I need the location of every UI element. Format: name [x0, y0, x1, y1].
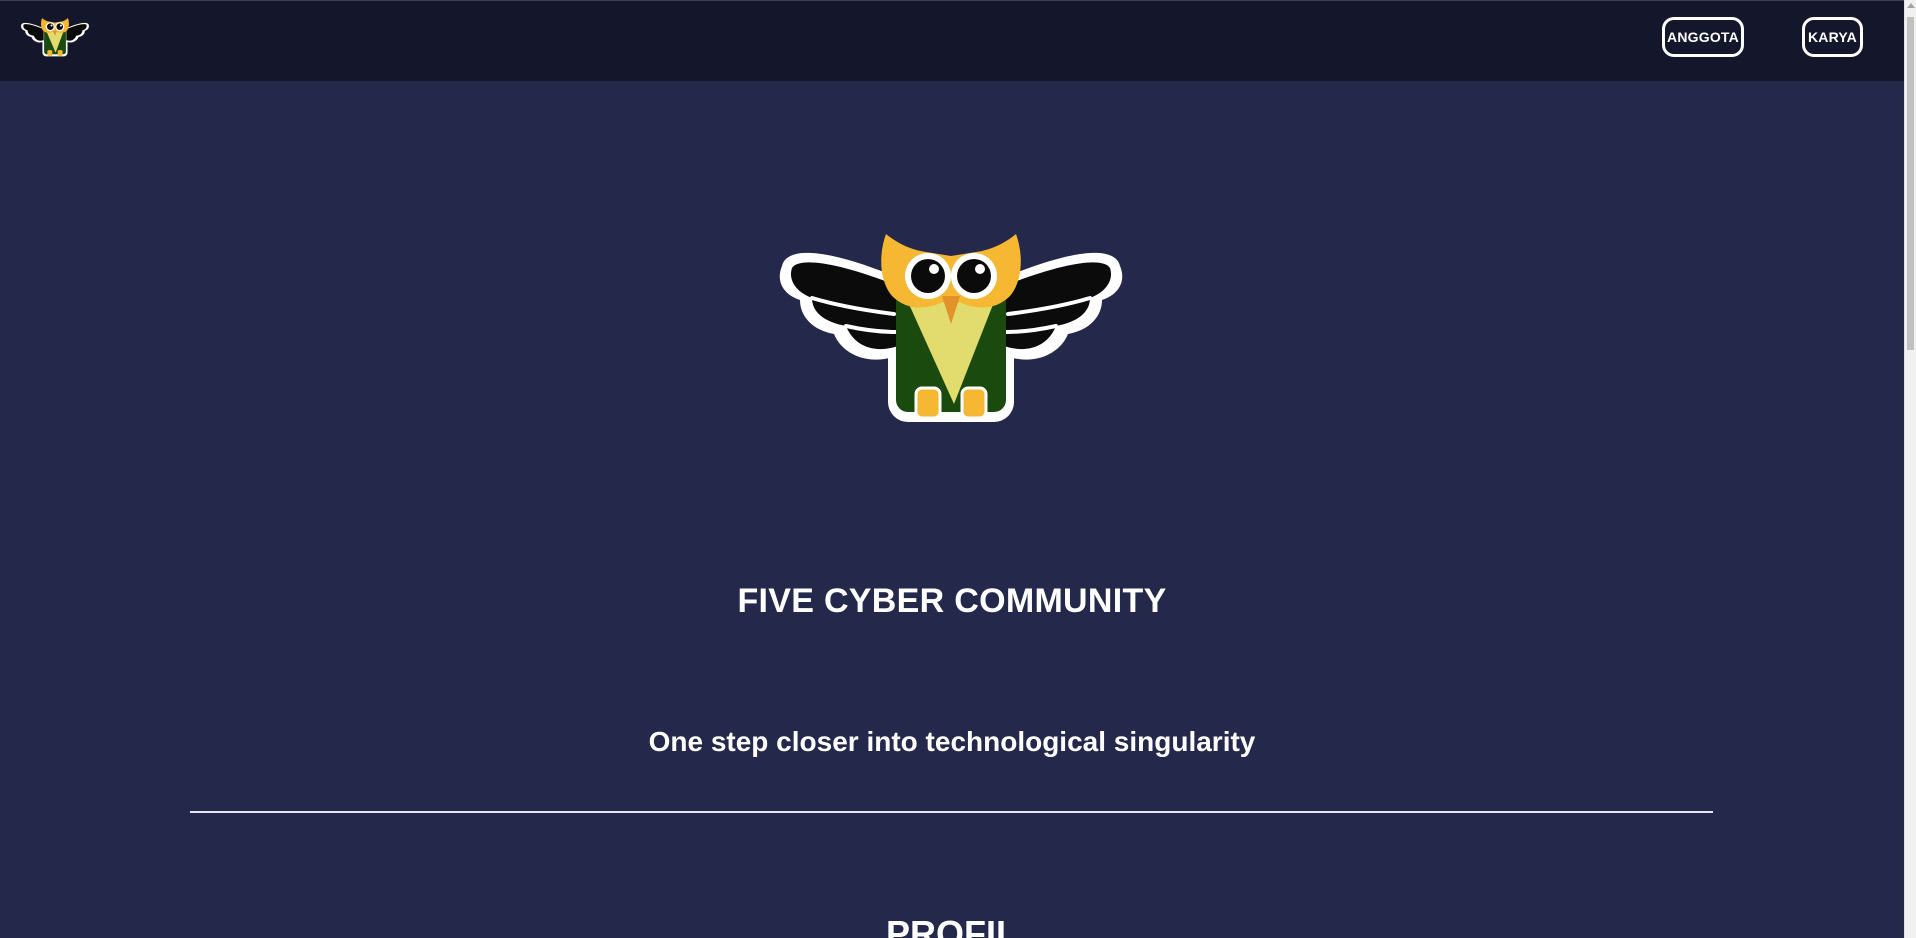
navbar: ANGGOTA KARYA [0, 0, 1904, 81]
page: ANGGOTA KARYA FIVE CYBER COMMUNITY One s… [0, 0, 1916, 938]
owl-logo-icon[interactable] [19, 13, 91, 61]
scroll-up-arrow-icon[interactable] [1907, 3, 1915, 8]
nav-anggota-button[interactable]: ANGGOTA [1662, 17, 1744, 57]
scrollbar-thumb[interactable] [1907, 17, 1914, 350]
nav-karya-button[interactable]: KARYA [1802, 17, 1863, 57]
page-title: FIVE CYBER COMMUNITY [737, 582, 1167, 620]
divider [190, 811, 1713, 813]
owl-logo-icon [776, 230, 1126, 422]
tagline: One step closer into technological singu… [648, 726, 1256, 757]
vertical-scrollbar[interactable] [1904, 0, 1916, 938]
section-heading-profil: PROFIL [886, 913, 1018, 938]
